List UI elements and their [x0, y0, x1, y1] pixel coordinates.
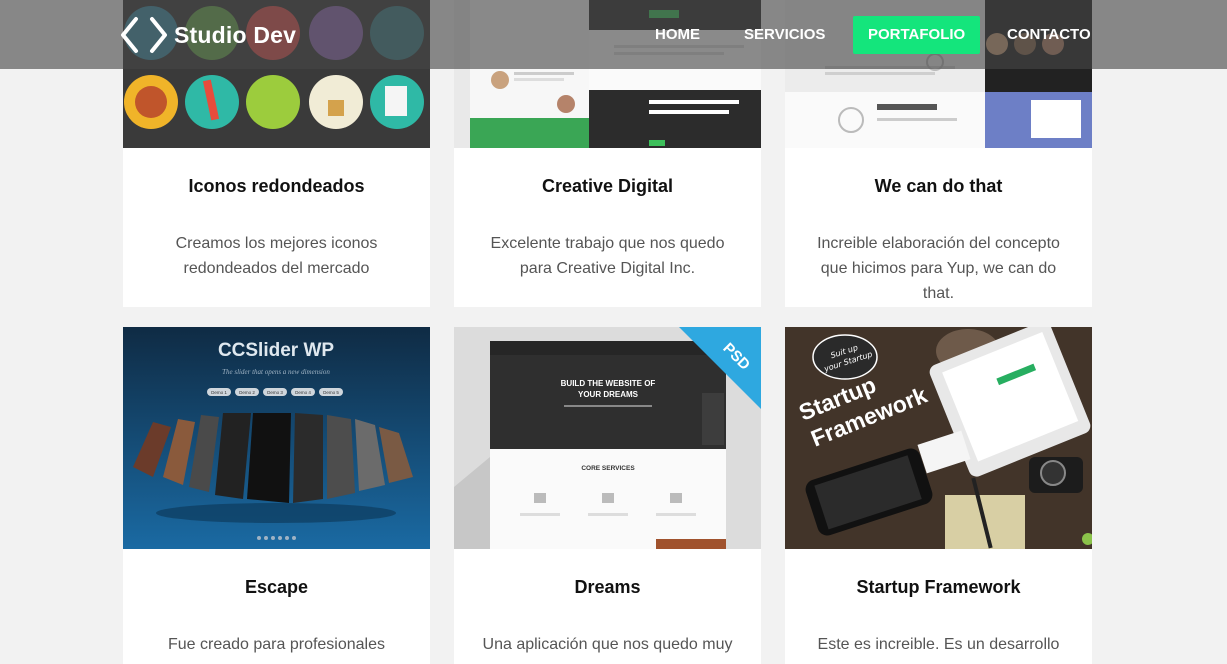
portfolio-card-startup-framework[interactable]: Suit up your Startup Startup Framework S…: [785, 327, 1092, 664]
thumb-headline: BUILD THE WEBSITE OF: [561, 379, 656, 388]
svg-text:Demo 3: Demo 3: [267, 390, 283, 395]
svg-text:Demo 4: Demo 4: [295, 390, 311, 395]
svg-text:Demo 2: Demo 2: [239, 390, 255, 395]
thumb-headline: YOUR DREAMS: [578, 390, 639, 399]
thumb-section: CORE SERVICES: [581, 465, 635, 472]
nav-servicios[interactable]: SERVICIOS: [729, 16, 840, 54]
svg-text:Demo 5: Demo 5: [323, 390, 339, 395]
portfolio-description: Este es increible. Es un desarrollo que: [817, 636, 1060, 664]
portfolio-title: Dreams: [574, 577, 641, 597]
portfolio-description: Una aplicación que nos quedo muy: [482, 636, 733, 653]
code-brackets-icon: [120, 16, 168, 54]
thumb-title: CCSlider WP: [218, 340, 334, 361]
thumb-tagline: The slider that opens a new dimension: [222, 368, 330, 376]
nav-contacto[interactable]: CONTACTO: [992, 16, 1106, 54]
portfolio-description: Increible elaboración del concepto que h…: [817, 235, 1060, 302]
portfolio-title: Startup Framework: [856, 577, 1021, 597]
portfolio-description: Creamos los mejores iconos redondeados d…: [175, 235, 378, 277]
portfolio-description: Fue creado para profesionales: [167, 636, 386, 653]
portfolio-thumbnail[interactable]: BUILD THE WEBSITE OF YOUR DREAMS CORE SE…: [454, 327, 761, 549]
portfolio-title: Creative Digital: [541, 176, 674, 196]
portfolio-card-dreams[interactable]: BUILD THE WEBSITE OF YOUR DREAMS CORE SE…: [454, 327, 761, 664]
navbar: Studio Dev HOME SERVICIOS PORTAFOLIO CON…: [0, 0, 1227, 69]
svg-text:Demo 1: Demo 1: [211, 390, 227, 395]
nav-home[interactable]: HOME: [640, 16, 715, 54]
portfolio-title: Iconos redondeados: [188, 176, 365, 196]
portfolio-thumbnail[interactable]: Suit up your Startup Startup Framework: [785, 327, 1092, 549]
page: Studio Dev HOME SERVICIOS PORTAFOLIO CON…: [0, 0, 1227, 664]
brand-name: Studio Dev: [174, 21, 297, 48]
portfolio-title: Escape: [244, 577, 309, 597]
demo-buttons: Demo 1 Demo 2 Demo 3 Demo 4 Demo 5: [207, 388, 343, 396]
portfolio-description: Excelente trabajo que nos quedo para Cre…: [490, 235, 725, 277]
portfolio-thumbnail[interactable]: CCSlider WP The slider that opens a new …: [123, 327, 430, 549]
portfolio-title: We can do that: [874, 176, 1003, 196]
brand-logo[interactable]: Studio Dev: [120, 16, 296, 54]
nav-portafolio[interactable]: PORTAFOLIO: [853, 16, 981, 54]
portfolio-card-escape[interactable]: CCSlider WP The slider that opens a new …: [123, 327, 430, 664]
